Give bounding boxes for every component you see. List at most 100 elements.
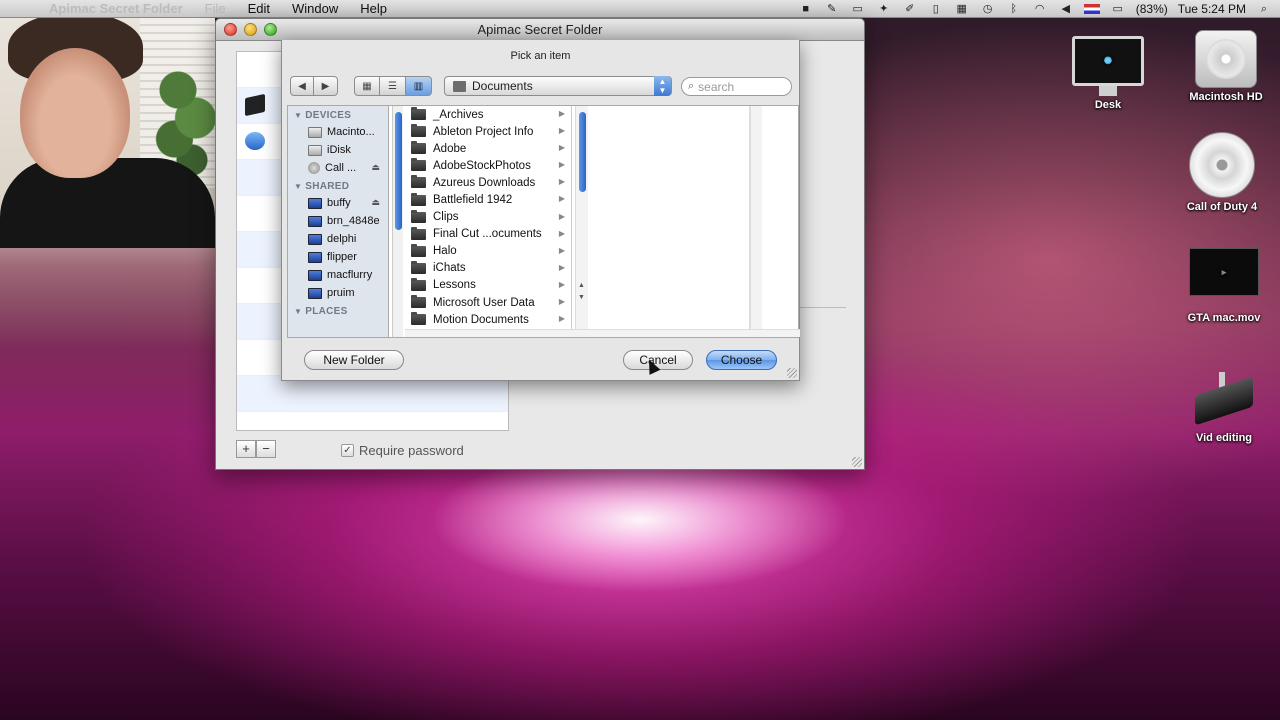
require-password-checkbox[interactable]: ✓	[341, 444, 354, 457]
sidebar-item-buffy[interactable]: buffy ⏏	[288, 194, 388, 212]
minimize-icon[interactable]	[244, 23, 257, 36]
flag-icon[interactable]	[1083, 4, 1100, 14]
scroll-down-icon[interactable]: ▼	[578, 294, 585, 301]
time-machine-icon[interactable]: ◷	[980, 3, 996, 15]
battery-icon[interactable]: ▭	[1110, 3, 1126, 15]
eject-icon[interactable]: ⏏	[371, 197, 380, 208]
list-item[interactable]: Ableton Project Info ▶	[405, 123, 571, 140]
sidebar-item-label: Macinto...	[327, 126, 375, 138]
require-password-option[interactable]: ✓ Require password	[341, 443, 464, 458]
list-controls: + −	[236, 440, 276, 458]
arrow-right-icon: ▶	[321, 80, 330, 92]
sidebar-scrollbar[interactable]	[392, 106, 403, 337]
app-menu[interactable]: Apimac Secret Folder	[38, 1, 194, 16]
scroll-thumb[interactable]	[579, 112, 586, 192]
folder-icon	[411, 175, 426, 189]
list-item[interactable]: Halo ▶	[405, 243, 571, 260]
add-button[interactable]: +	[236, 440, 256, 458]
wifi-icon[interactable]: ◠	[1032, 3, 1048, 15]
zoom-icon[interactable]	[264, 23, 277, 36]
menu-help[interactable]: Help	[349, 1, 398, 16]
volume-icon[interactable]: ◀	[1058, 3, 1074, 15]
pen-icon[interactable]: ✐	[902, 3, 918, 15]
sidebar-header-places[interactable]: ▼ PLACES	[288, 302, 388, 319]
list-item[interactable]: Adobe ▶	[405, 140, 571, 157]
clock[interactable]: Tue 5:24 PM	[1178, 2, 1246, 16]
list-item[interactable]: Battlefield 1942 ▶	[405, 191, 571, 208]
window-titlebar[interactable]: Apimac Secret Folder	[216, 19, 864, 41]
list-view-button[interactable]: ☰	[380, 76, 406, 96]
display-icon[interactable]: ▭	[850, 3, 866, 15]
list-item[interactable]	[237, 376, 508, 412]
sidebar-item-macflurry[interactable]: macflurry	[288, 266, 388, 284]
sidebar-item-call[interactable]: Call ... ⏏	[288, 159, 388, 177]
menu-window[interactable]: Window	[281, 1, 349, 16]
list-item[interactable]: Lessons ▶	[405, 277, 571, 294]
column-scrollbar[interactable]	[750, 106, 762, 337]
location-popup[interactable]: Documents ▲ ▼	[444, 76, 672, 96]
sidebar-header-devices[interactable]: ▼ DEVICES	[288, 106, 388, 123]
list-item[interactable]: AdobeStockPhotos ▶	[405, 157, 571, 174]
scroll-thumb[interactable]	[395, 112, 402, 230]
sidebar-item-flipper[interactable]: flipper	[288, 248, 388, 266]
video-camera-icon[interactable]: ■	[798, 3, 814, 15]
desktop-icon-desk[interactable]: ✺ Desk	[1068, 36, 1148, 111]
chevron-right-icon: ▶	[558, 314, 565, 324]
person-face	[20, 48, 130, 178]
bluetooth-icon[interactable]: ᛒ	[1006, 3, 1022, 15]
folder-column-scrollbar[interactable]: ▲ ▼	[575, 106, 588, 337]
forward-button[interactable]: ▶	[314, 76, 338, 96]
monitor-icon	[308, 269, 322, 281]
list-item[interactable]: Motion Documents ▶	[405, 311, 571, 328]
sidebar-item-pruim[interactable]: pruim	[288, 284, 388, 302]
sidebar-item-label: buffy	[327, 197, 351, 209]
list-item[interactable]: Clips ▶	[405, 209, 571, 226]
sidebar-item-idisk[interactable]: iDisk	[288, 141, 388, 159]
horizontal-scrollbar[interactable]	[405, 329, 800, 337]
script-icon[interactable]: ✎	[824, 3, 840, 15]
folder-icon	[411, 260, 426, 274]
disclosure-triangle-icon: ▼	[294, 182, 303, 191]
eject-icon[interactable]: ⏏	[371, 162, 380, 173]
idisk-icon	[308, 144, 322, 156]
desktop-icon-label: Vid editing	[1195, 432, 1253, 444]
remove-button[interactable]: −	[256, 440, 276, 458]
sidebar-item-brn[interactable]: brn_4848e	[288, 212, 388, 230]
search-field[interactable]: ⌕ search	[681, 77, 792, 96]
require-password-label: Require password	[359, 443, 464, 458]
sidebar-item-macintosh[interactable]: Macinto...	[288, 123, 388, 141]
location-label: Documents	[472, 79, 533, 93]
scroll-up-icon[interactable]: ▲	[578, 282, 585, 289]
sidebar-header-shared[interactable]: ▼ SHARED	[288, 177, 388, 194]
desktop-icon-vid-editing[interactable]: Vid editing	[1176, 372, 1272, 444]
bird-icon[interactable]: ✦	[876, 3, 892, 15]
desktop-icon-macintosh-hd[interactable]: Macintosh HD	[1180, 30, 1272, 103]
chevron-right-icon: ▶	[558, 160, 565, 170]
list-item[interactable]: _Archives ▶	[405, 106, 571, 123]
spaces-icon[interactable]: ▦	[954, 3, 970, 15]
list-item[interactable]: Final Cut ...ocuments ▶	[405, 226, 571, 243]
chevron-right-icon: ▶	[558, 194, 565, 204]
resize-grip-icon[interactable]	[852, 457, 862, 467]
icon-view-button[interactable]: ▦	[354, 76, 380, 96]
list-item[interactable]: Azureus Downloads ▶	[405, 174, 571, 191]
spotlight-icon[interactable]: ⌕	[1256, 3, 1272, 15]
phone-icon[interactable]: ▯	[928, 3, 944, 15]
sidebar-item-label: Call ...	[325, 162, 357, 174]
list-item[interactable]: iChats ▶	[405, 260, 571, 277]
list-item[interactable]: Microsoft User Data ▶	[405, 294, 571, 311]
menu-file[interactable]: File	[194, 1, 237, 16]
desktop-icon-call-of-duty[interactable]: Call of Duty 4	[1170, 132, 1274, 213]
column-view-button[interactable]: ▥	[406, 76, 432, 96]
empty-column[interactable]	[590, 106, 750, 337]
close-icon[interactable]	[224, 23, 237, 36]
sidebar-item-delphi[interactable]: delphi	[288, 230, 388, 248]
monitor-icon	[308, 287, 322, 299]
resize-grip-icon[interactable]	[787, 368, 797, 378]
sidebar-item-label: delphi	[327, 233, 357, 245]
menu-edit[interactable]: Edit	[237, 1, 281, 16]
choose-button[interactable]: Choose	[706, 350, 777, 370]
new-folder-button[interactable]: New Folder	[304, 350, 404, 370]
back-button[interactable]: ◀	[290, 76, 314, 96]
desktop-icon-gta-mov[interactable]: ▸ GTA mac.mov	[1176, 248, 1272, 324]
